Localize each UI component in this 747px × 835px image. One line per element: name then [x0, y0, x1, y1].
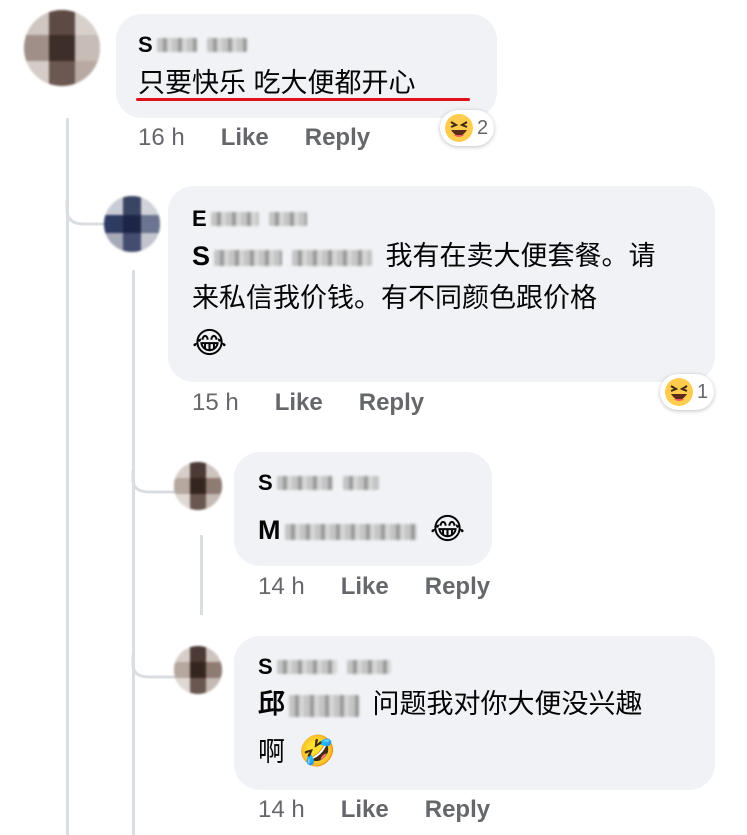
thread-line-reply [132, 270, 135, 835]
reply-button[interactable]: Reply [425, 573, 490, 601]
rolling-on-floor-laughing-emoji: 🤣 [298, 735, 336, 768]
timestamp[interactable]: 15 h [192, 389, 239, 417]
comment-text-line: 啊 🤣 [258, 735, 336, 768]
timestamp[interactable]: 14 h [258, 796, 305, 824]
reaction-badge[interactable]: 1 [660, 374, 715, 410]
thread-line-nested [200, 535, 203, 615]
mention-link[interactable]: M [258, 515, 417, 545]
avatar[interactable] [24, 10, 100, 86]
author-name[interactable]: E [192, 206, 307, 232]
reaction-badge[interactable]: 2 [440, 110, 495, 146]
timestamp[interactable]: 16 h [138, 124, 185, 152]
like-button[interactable]: Like [221, 124, 269, 152]
comment-text: M 😂 [258, 508, 465, 552]
reply-button[interactable]: Reply [359, 389, 424, 417]
like-button[interactable]: Like [341, 796, 389, 824]
comment-actions: 14 h Like Reply [258, 796, 490, 824]
laughing-emoji: 😂 [192, 327, 228, 360]
reply-button[interactable]: Reply [425, 796, 490, 824]
thread-connector [131, 470, 176, 494]
mention-link[interactable]: S [192, 241, 373, 271]
like-button[interactable]: Like [341, 573, 389, 601]
laughing-emoji: 😂 [430, 513, 466, 546]
comment-text: S 我有在卖大便套餐。请 [192, 241, 656, 271]
mention-link[interactable]: 邱 [258, 689, 359, 719]
comment-text-line: 来私信我价钱。有不同颜色跟价格 [192, 283, 597, 313]
comment-actions: 15 h Like Reply [192, 389, 424, 417]
comment-text: 邱 问题我对你大便没兴趣 [258, 689, 643, 719]
author-name[interactable]: S [258, 654, 391, 680]
thread-connector [131, 655, 176, 679]
comment-actions: 16 h Like Reply [138, 124, 370, 152]
like-button[interactable]: Like [275, 389, 323, 417]
author-name[interactable]: S [258, 470, 379, 496]
reaction-count: 2 [477, 116, 489, 139]
author-name[interactable]: S [138, 32, 247, 58]
comment-actions: 14 h Like Reply [258, 573, 490, 601]
avatar[interactable] [104, 196, 160, 252]
avatar[interactable] [174, 462, 222, 510]
grinning-squinting-face-icon [665, 378, 693, 406]
avatar[interactable] [174, 646, 222, 694]
highlight-underline [136, 98, 470, 101]
grinning-squinting-face-icon [445, 114, 473, 142]
timestamp[interactable]: 14 h [258, 573, 305, 601]
reaction-count: 1 [697, 380, 709, 403]
reply-button[interactable]: Reply [305, 124, 370, 152]
